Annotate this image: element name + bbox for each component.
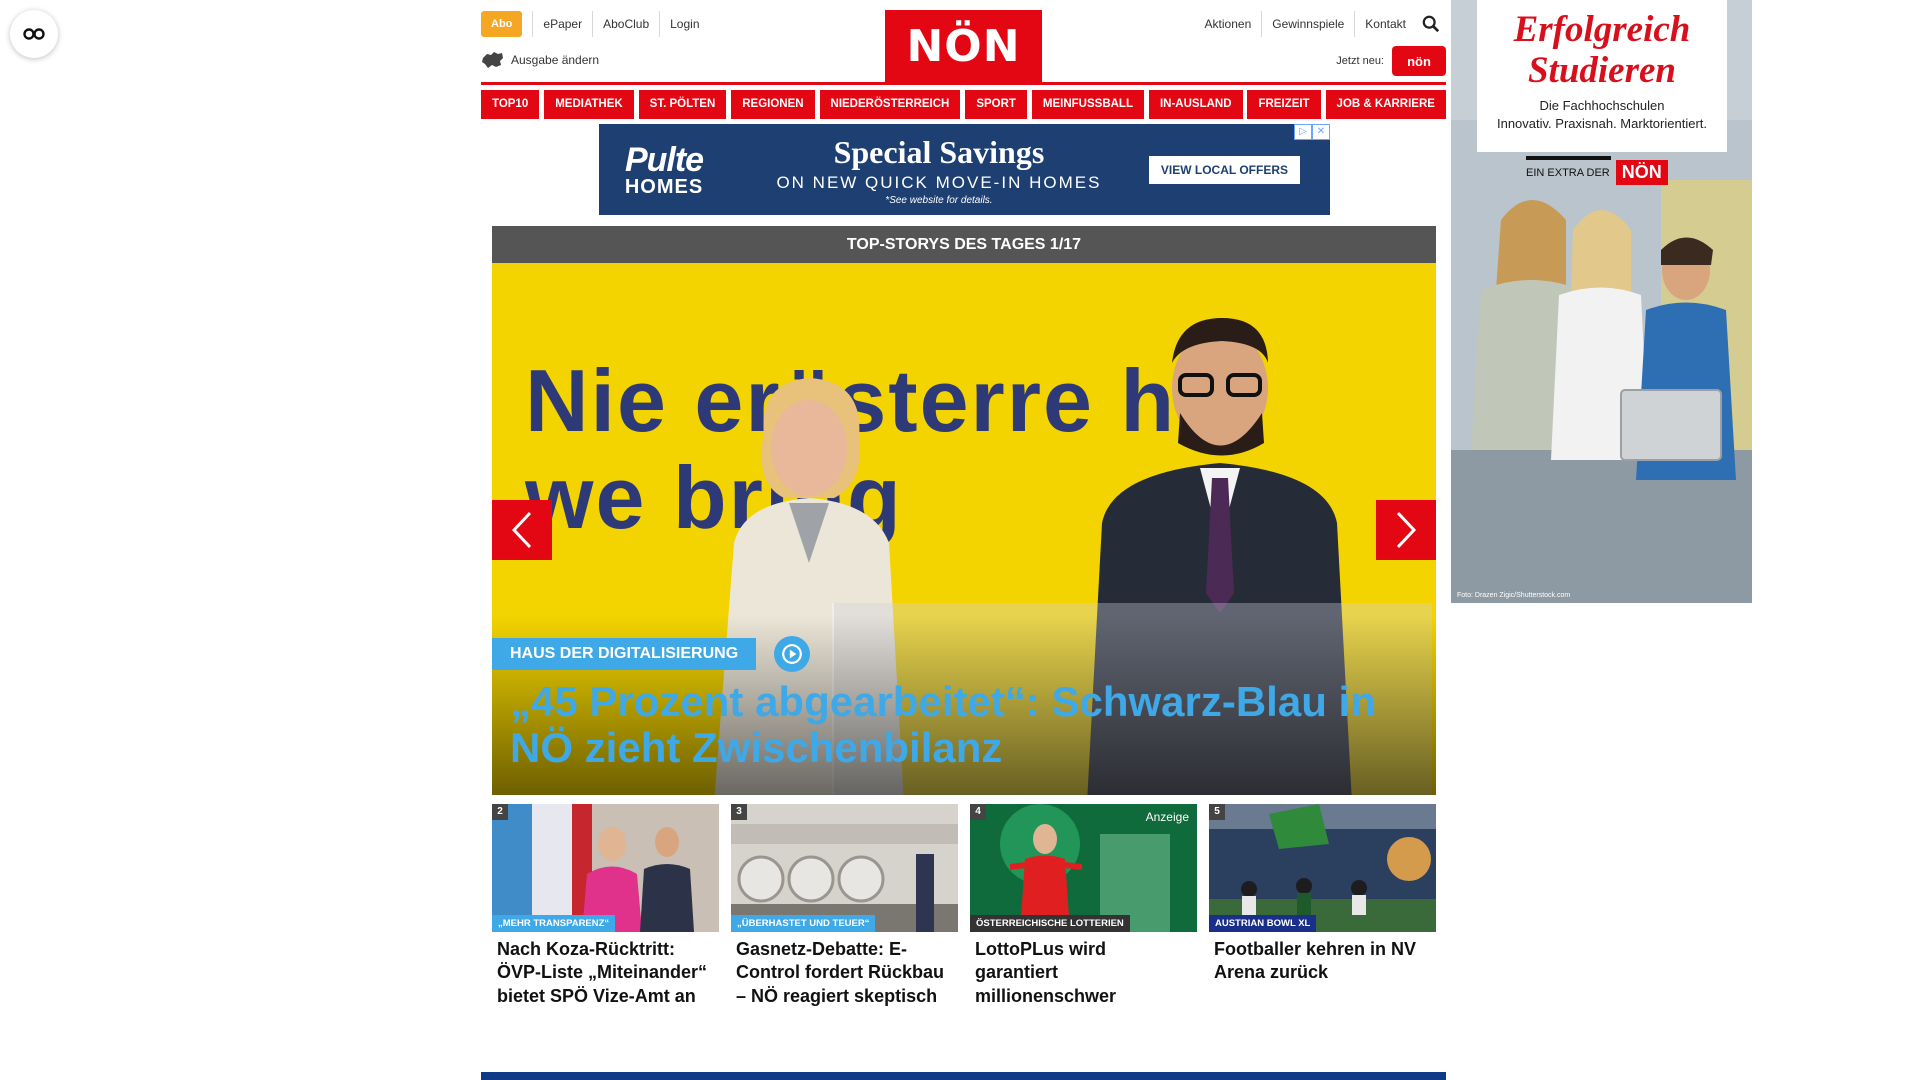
teaser-tag: ÖSTERREICHISCHE LOTTERIEN bbox=[970, 915, 1130, 932]
nav-item-st-poelten[interactable]: ST. PÖLTEN bbox=[638, 90, 727, 119]
teaser-card[interactable]: 2 „MEHR TRANSPARENZ“ Nach Koza-Rücktritt… bbox=[492, 804, 719, 1008]
side-ad[interactable]: Erfolgreich Studieren Die Fachhochschule… bbox=[1451, 0, 1752, 603]
side-ad-title-line2: Studieren bbox=[1527, 49, 1677, 91]
header-left-links: Abo ePaper AboClub Login bbox=[481, 11, 710, 37]
teaser-image[interactable]: 3 „ÜBERHASTET UND TEUER“ bbox=[731, 804, 958, 932]
map-icon bbox=[482, 52, 503, 68]
login-link[interactable]: Login bbox=[659, 11, 709, 37]
slide-headline[interactable]: „45 Prozent abgearbeitet“: Schwarz-Blau … bbox=[510, 678, 1410, 771]
jetzt-neu: Jetzt neu: nön bbox=[1336, 46, 1446, 76]
side-ad-extra-bar bbox=[1526, 156, 1611, 160]
teaser-number: 2 bbox=[492, 804, 508, 820]
pulte-logo-top: Pulte bbox=[624, 140, 704, 179]
students-photo bbox=[1451, 120, 1752, 603]
teaser-number: 4 bbox=[970, 804, 986, 820]
top-stories-slider: TOP-STORYS DES TAGES 1/17 Nie erösterre … bbox=[492, 226, 1436, 795]
aktionen-link[interactable]: Aktionen bbox=[1195, 11, 1263, 37]
teaser-card[interactable]: 4 Anzeige ÖSTERREICHISCHE LOTTERIEN Lott… bbox=[970, 804, 1197, 1008]
nav-item-meinfussball[interactable]: MEINFUSSBALL bbox=[1031, 90, 1144, 119]
teaser-photo-politics bbox=[492, 804, 719, 932]
side-ad-subtitle: Die Fachhochschulen Innovativ. Praxisnah… bbox=[1477, 97, 1727, 132]
nav-item-freizeit[interactable]: FREIZEIT bbox=[1247, 90, 1321, 119]
side-ad-title-line1: Erfolgreich bbox=[1513, 9, 1691, 50]
teaser-number: 3 bbox=[731, 804, 747, 820]
chevron-left-icon bbox=[511, 511, 532, 549]
banner-title: Special Savings bbox=[833, 133, 1045, 170]
teaser-title[interactable]: Nach Koza-Rücktritt: ÖVP-Liste „Miteinan… bbox=[492, 932, 719, 1008]
teaser-photo-gas-pipes bbox=[731, 804, 958, 932]
anzeige-label: Anzeige bbox=[1145, 810, 1189, 824]
slider-next-button[interactable] bbox=[1376, 500, 1436, 560]
side-ad-extra-text: EIN EXTRA DER bbox=[1526, 166, 1610, 179]
teaser-image[interactable]: 5 AUSTRIAN BOWL XL bbox=[1209, 804, 1436, 932]
teaser-image[interactable]: 4 Anzeige ÖSTERREICHISCHE LOTTERIEN bbox=[970, 804, 1197, 932]
teaser-row: 2 „MEHR TRANSPARENZ“ Nach Koza-Rücktritt… bbox=[492, 804, 1436, 1008]
banner-note: *See website for details. bbox=[885, 194, 993, 206]
slider-header: TOP-STORYS DES TAGES 1/17 bbox=[492, 226, 1436, 263]
nav-item-job-karriere[interactable]: JOB & KARRIERE bbox=[1325, 90, 1446, 119]
adchoices-info-icon[interactable]: ▷ bbox=[1294, 124, 1312, 140]
slide-image[interactable]: Nie erösterre h we bring HAUS DER DIGITA… bbox=[492, 263, 1436, 795]
aboclub-link[interactable]: AboClub bbox=[592, 11, 659, 37]
jetzt-neu-badge[interactable]: nön bbox=[1392, 46, 1446, 76]
accessibility-button[interactable] bbox=[10, 10, 58, 58]
pulte-logo: Pulte HOMES bbox=[599, 124, 729, 215]
photo-credit: Foto: Drazen Zigic/Shutterstock.com bbox=[1457, 592, 1571, 599]
view-local-offers-button[interactable]: VIEW LOCAL OFFERS bbox=[1148, 155, 1300, 184]
side-ad-noen-logo: NÖN bbox=[1615, 160, 1668, 185]
teaser-title[interactable]: LottoPLus wird garantiert millionenschwe… bbox=[970, 932, 1197, 1008]
header: Abo ePaper AboClub Login Ausgabe ändern … bbox=[481, 0, 1446, 82]
banner-subtitle: ON NEW QUICK MOVE-IN HOMES bbox=[776, 172, 1102, 192]
play-icon[interactable] bbox=[774, 636, 811, 672]
side-ad-title: Erfolgreich Studieren bbox=[1477, 0, 1727, 91]
epaper-link[interactable]: ePaper bbox=[532, 11, 592, 37]
page: Abo ePaper AboClub Login Ausgabe ändern … bbox=[0, 0, 1920, 1080]
header-right-links: Aktionen Gewinnspiele Kontakt bbox=[1195, 11, 1446, 37]
main-column: Abo ePaper AboClub Login Ausgabe ändern … bbox=[481, 0, 1446, 1080]
teaser-tag: AUSTRIAN BOWL XL bbox=[1209, 915, 1317, 932]
slide-kicker: HAUS DER DIGITALISIERUNG bbox=[492, 636, 811, 672]
kontakt-link[interactable]: Kontakt bbox=[1355, 11, 1416, 37]
noen-logo[interactable]: NÖN bbox=[885, 10, 1042, 82]
chevron-right-icon bbox=[1396, 511, 1417, 549]
adchoices-icon[interactable]: ▷ ✕ bbox=[1294, 124, 1330, 140]
pulte-logo-bottom: HOMES bbox=[624, 175, 704, 198]
glasses-icon bbox=[23, 28, 45, 40]
teaser-title[interactable]: Footballer kehren in NV Arena zurück bbox=[1209, 932, 1436, 985]
nav-item-mediathek[interactable]: MEDIATHEK bbox=[544, 90, 634, 119]
nav-item-niederoesterreich[interactable]: NIEDERÖSTERREICH bbox=[819, 90, 961, 119]
slider-prev-button[interactable] bbox=[492, 500, 552, 560]
gewinnspiele-link[interactable]: Gewinnspiele bbox=[1262, 11, 1356, 37]
search-icon[interactable] bbox=[1416, 11, 1446, 37]
side-ad-subtitle-line1: Die Fachhochschulen bbox=[1539, 98, 1665, 114]
main-nav: TOP10 MEDIATHEK ST. PÖLTEN REGIONEN NIED… bbox=[481, 90, 1446, 119]
teaser-card[interactable]: 3 „ÜBERHASTET UND TEUER“ Gasnetz-Debatte… bbox=[731, 804, 958, 1008]
edition-label: Ausgabe ändern bbox=[511, 53, 600, 67]
banner-ad[interactable]: Pulte HOMES Special Savings ON NEW QUICK… bbox=[599, 124, 1330, 215]
nav-item-in-ausland[interactable]: IN-AUSLAND bbox=[1148, 90, 1243, 119]
teaser-tag: „MEHR TRANSPARENZ“ bbox=[492, 915, 616, 932]
jetzt-neu-label: Jetzt neu: bbox=[1336, 55, 1384, 67]
banner-copy: Special Savings ON NEW QUICK MOVE-IN HOM… bbox=[729, 134, 1149, 206]
teaser-image[interactable]: 2 „MEHR TRANSPARENZ“ bbox=[492, 804, 719, 932]
side-ad-subtitle-line2: Innovativ. Praxisnah. Marktorientiert. bbox=[1496, 115, 1707, 131]
side-ad-extra-label: EIN EXTRA DER NÖN bbox=[1526, 156, 1668, 185]
teaser-photo-football bbox=[1209, 804, 1436, 932]
abo-button[interactable]: Abo bbox=[481, 11, 523, 37]
side-ad-header: Erfolgreich Studieren Die Fachhochschule… bbox=[1477, 0, 1727, 152]
teaser-number: 5 bbox=[1209, 804, 1225, 820]
nav-item-sport[interactable]: SPORT bbox=[965, 90, 1027, 119]
teaser-title[interactable]: Gasnetz-Debatte: E-Control fordert Rückb… bbox=[731, 932, 958, 1008]
teaser-tag: „ÜBERHASTET UND TEUER“ bbox=[731, 915, 876, 932]
ad-close-icon[interactable]: ✕ bbox=[1312, 124, 1330, 140]
footer-bar bbox=[481, 1072, 1446, 1080]
edition-switcher[interactable]: Ausgabe ändern bbox=[481, 50, 599, 70]
slide-kicker-label[interactable]: HAUS DER DIGITALISIERUNG bbox=[492, 638, 757, 670]
header-divider bbox=[481, 82, 1446, 85]
teaser-card[interactable]: 5 AUSTRIAN BOWL XL Footballer kehren in … bbox=[1209, 804, 1436, 1008]
nav-item-regionen[interactable]: REGIONEN bbox=[731, 90, 815, 119]
nav-item-top10[interactable]: TOP10 bbox=[481, 90, 540, 119]
